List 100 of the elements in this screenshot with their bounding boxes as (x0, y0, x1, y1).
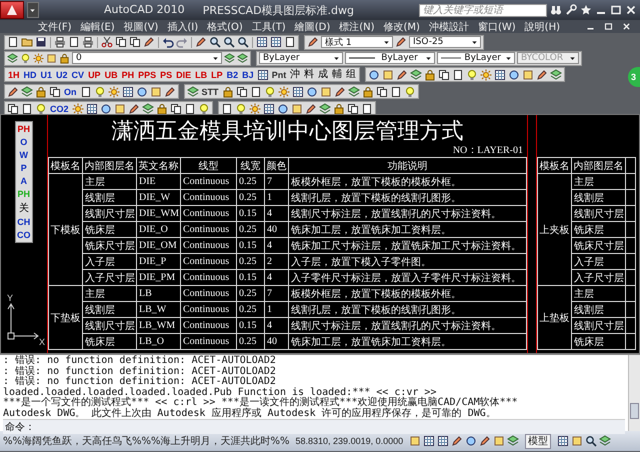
tool-button[interactable]: PPS (137, 68, 158, 80)
folder-icon[interactable] (21, 36, 33, 48)
circle-icon[interactable] (465, 435, 478, 447)
tool-button[interactable]: 成 (317, 68, 330, 80)
menu-item[interactable]: 沖模設計 (428, 20, 469, 34)
tool-button[interactable]: 组 (345, 68, 358, 80)
tool-button[interactable]: 1H (7, 68, 21, 80)
bulb-icon[interactable] (20, 52, 31, 64)
square-icon[interactable] (290, 102, 303, 114)
maximize-icon[interactable] (604, 22, 613, 31)
copy-icon[interactable] (376, 86, 388, 98)
pencil-icon[interactable] (164, 86, 176, 98)
circle-icon[interactable] (136, 86, 148, 98)
page-icon[interactable] (7, 36, 19, 48)
tool-button[interactable]: U2 (55, 68, 69, 80)
lock-icon[interactable] (156, 102, 168, 114)
layers-icon[interactable] (237, 52, 248, 64)
tool-button[interactable]: LB (194, 68, 208, 80)
square-icon[interactable] (114, 102, 126, 114)
square-icon[interactable] (320, 86, 332, 98)
tool-button[interactable]: CO2 (49, 102, 70, 114)
tool-button[interactable]: BJ (241, 68, 255, 80)
menu-item[interactable]: 格式(O) (207, 20, 243, 34)
pencil-icon[interactable] (195, 36, 207, 48)
copy-icon[interactable] (49, 86, 61, 98)
page-icon[interactable] (360, 102, 373, 114)
tool-button[interactable]: CO (17, 229, 30, 241)
tool-button[interactable]: 輔 (331, 68, 344, 80)
search-icon[interactable] (237, 36, 249, 48)
tool-button[interactable]: PH (120, 68, 136, 80)
grid-icon[interactable] (423, 435, 436, 447)
binoculars-icon[interactable] (550, 4, 562, 16)
tool-button[interactable]: DIE (175, 68, 192, 80)
tool-button[interactable]: PH (17, 123, 30, 135)
tool-button[interactable]: U1 (40, 68, 54, 80)
tool-button[interactable]: UB (104, 68, 119, 80)
tool-button[interactable]: On (63, 86, 78, 98)
page-icon[interactable] (21, 102, 33, 114)
layers-icon[interactable] (142, 102, 154, 114)
circle-icon[interactable] (508, 68, 520, 80)
lock-icon[interactable] (222, 86, 234, 98)
page-icon[interactable] (390, 86, 402, 98)
page-icon[interactable] (184, 102, 196, 114)
app-menu-button[interactable] (0, 1, 24, 19)
layers-icon[interactable] (318, 102, 331, 114)
layers-icon[interactable] (348, 86, 360, 98)
dimension-style-dropdown[interactable]: ISO-25 (409, 36, 481, 48)
tool-button[interactable]: 沖 (289, 68, 302, 80)
lock-icon[interactable] (362, 86, 374, 98)
tool-button[interactable]: 关 (18, 201, 29, 215)
tool-button[interactable]: CH (17, 216, 30, 228)
page-icon[interactable] (250, 86, 262, 98)
grid-icon[interactable] (256, 36, 268, 48)
quick-access-button[interactable] (27, 2, 39, 18)
tool-button[interactable]: UP (87, 68, 102, 80)
menu-item[interactable]: 修改(M) (384, 20, 420, 34)
scrollbar[interactable] (628, 355, 640, 431)
menu-item[interactable]: 工具(T) (252, 20, 286, 34)
lock-icon[interactable] (424, 68, 436, 80)
pencil-icon[interactable] (7, 86, 19, 98)
undo-icon[interactable] (162, 36, 174, 48)
square-icon[interactable] (493, 435, 506, 447)
copy-icon[interactable] (236, 86, 248, 98)
square-icon[interactable] (150, 86, 162, 98)
grid-icon[interactable] (292, 86, 304, 98)
tool-button[interactable]: O (20, 136, 28, 148)
grid-icon[interactable] (270, 36, 282, 48)
pencil-icon[interactable] (143, 36, 155, 48)
menu-item[interactable]: 繪圖(D) (294, 20, 330, 34)
page-icon[interactable] (80, 86, 92, 98)
layers-icon[interactable] (410, 68, 422, 80)
tool-button[interactable]: P (20, 162, 27, 174)
tool-button[interactable]: PS (159, 68, 174, 80)
command-prompt[interactable]: 命令： (3, 419, 625, 434)
star-icon[interactable] (580, 4, 592, 16)
model-button[interactable]: 模型 (525, 434, 552, 448)
lock-icon[interactable] (35, 86, 47, 98)
linetype-dropdown[interactable]: ByLayer (345, 52, 435, 64)
pencil-icon[interactable] (395, 36, 407, 48)
menu-item[interactable]: 插入(I) (167, 20, 198, 34)
tool-button[interactable]: B2 (226, 68, 240, 80)
lock-icon[interactable] (332, 102, 345, 114)
close-icon[interactable] (622, 22, 631, 31)
copy-icon[interactable] (129, 36, 141, 48)
menu-item[interactable]: 文件(F) (38, 20, 72, 34)
grid-icon[interactable] (494, 68, 506, 80)
scissors-icon[interactable] (101, 36, 113, 48)
menu-item[interactable]: 窗口(W) (478, 20, 516, 34)
tool-button[interactable]: HD (22, 68, 38, 80)
copy-icon[interactable] (438, 68, 450, 80)
circle-icon[interactable] (100, 102, 112, 114)
text-style-dropdown[interactable]: 樣式 1 (321, 36, 393, 48)
layers-icon[interactable] (224, 52, 235, 64)
circle-icon[interactable] (276, 102, 289, 114)
close-icon[interactable] (625, 4, 637, 16)
maximize-icon[interactable] (610, 4, 622, 16)
grid-icon[interactable] (256, 68, 269, 80)
lock-icon[interactable] (59, 52, 70, 64)
square-icon[interactable] (409, 435, 422, 447)
layers-icon[interactable] (21, 86, 33, 98)
